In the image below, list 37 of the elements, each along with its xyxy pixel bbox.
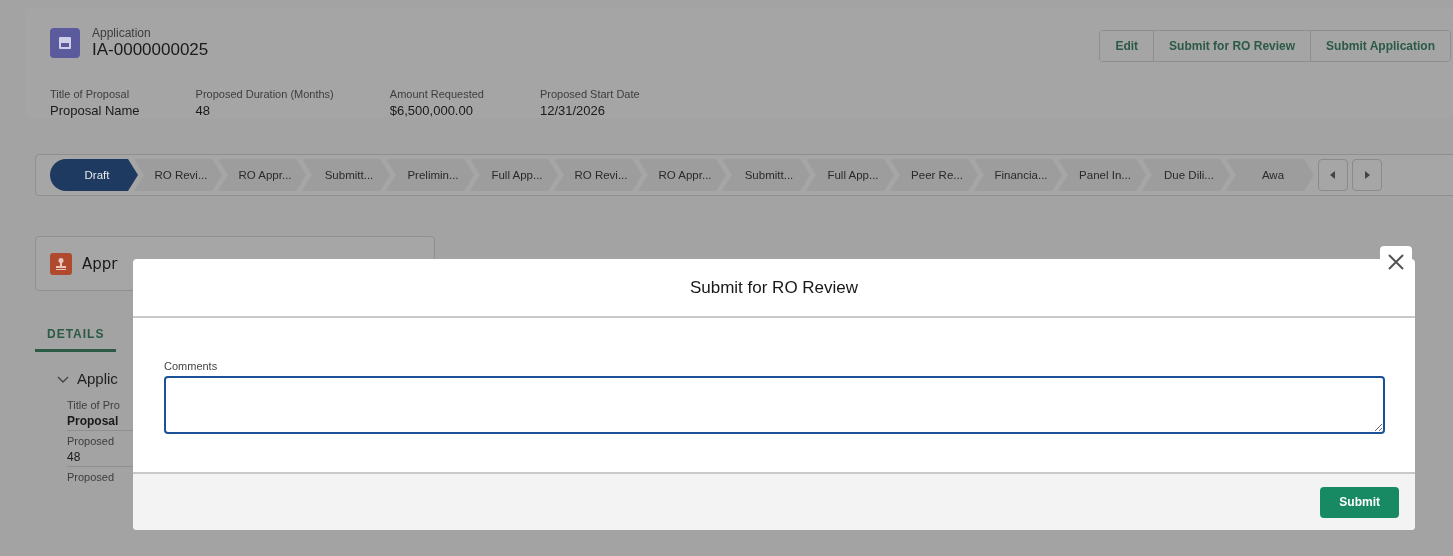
field-label: Comments: [164, 360, 219, 372]
path-stage[interactable]: Panel In...: [1058, 159, 1146, 191]
path-stage[interactable]: RO Revi...: [554, 159, 642, 191]
field-label: Proposed Start Date: [539, 88, 640, 100]
path-stage[interactable]: Peer Re...: [890, 159, 978, 191]
record-name: IA-0000000025: [92, 40, 209, 60]
path-stage[interactable]: Prelimin...: [386, 159, 474, 191]
path-stage[interactable]: Full App...: [470, 159, 558, 191]
field-label: Proposed: [67, 471, 116, 483]
path-stage[interactable]: Submitt...: [302, 159, 390, 191]
path-stage[interactable]: Financia...: [974, 159, 1062, 191]
path-stage[interactable]: Submitt...: [722, 159, 810, 191]
section-title: Applic: [77, 370, 118, 387]
field-value: $6,500,000.00: [389, 103, 474, 118]
action-button[interactable]: Submit Application: [1310, 31, 1450, 61]
field-label: Proposed: [67, 435, 116, 447]
field-value: Proposal Name: [50, 103, 140, 118]
field-label: Proposed Duration (Months): [195, 88, 334, 100]
path-stage[interactable]: RO Appr...: [218, 159, 306, 191]
submit-button[interactable]: Submit: [1320, 486, 1399, 518]
tab[interactable]: DETAILS: [35, 327, 117, 352]
field-label: Amount Requested: [389, 88, 484, 100]
field-value: 48: [195, 103, 212, 118]
card-title: Appr: [82, 254, 118, 273]
field-value: Proposal: [67, 414, 120, 428]
path-stage[interactable]: RO Appr...: [638, 159, 726, 191]
field-value: 48: [67, 450, 82, 464]
field-label: Title of Proposal: [50, 88, 131, 100]
field-label: Title of Pro: [67, 399, 121, 411]
field-value: 12/31/2026: [539, 103, 607, 118]
object-label: Application: [92, 26, 152, 40]
modal-title: Submit for RO Review: [689, 277, 859, 298]
path-stage[interactable]: Awa: [1226, 159, 1314, 191]
path-stage[interactable]: Due Dili...: [1142, 159, 1230, 191]
path-stage[interactable]: RO Revi...: [134, 159, 222, 191]
path-stage[interactable]: Draft: [50, 159, 138, 191]
path-stage[interactable]: Full App...: [806, 159, 894, 191]
